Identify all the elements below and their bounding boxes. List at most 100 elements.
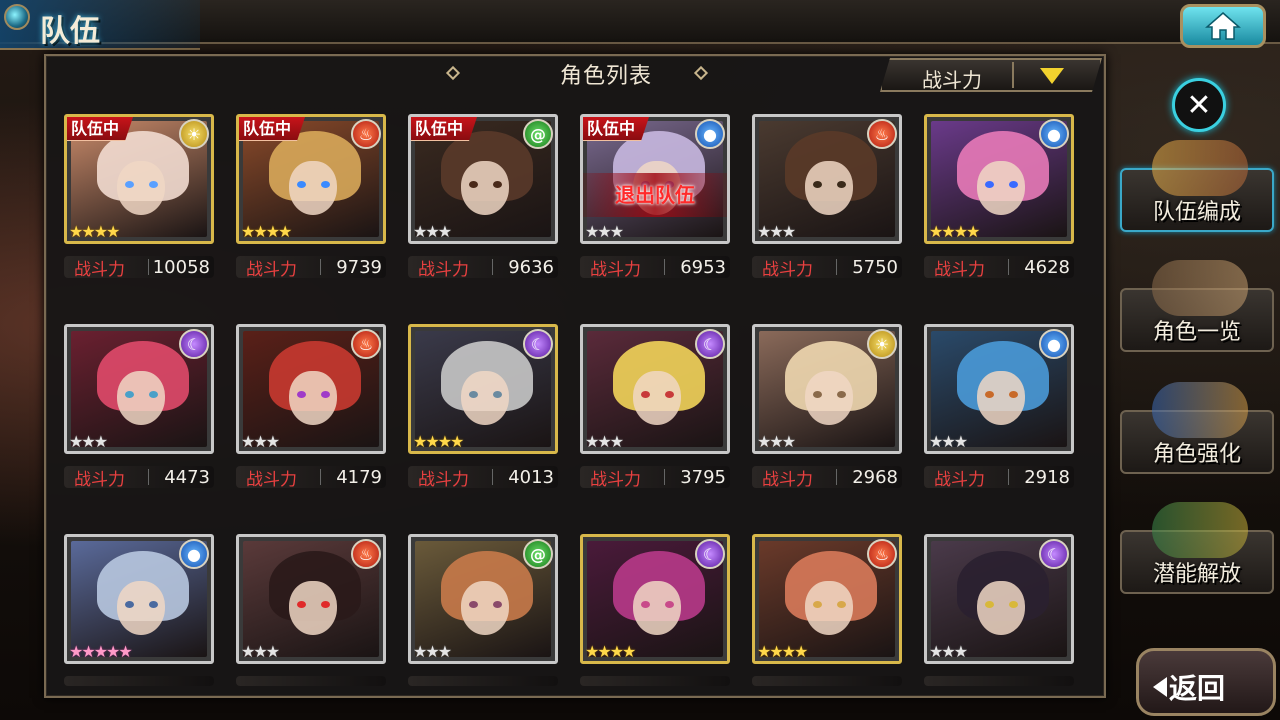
power-bar: 战斗力 4473 xyxy=(64,466,214,490)
character-card[interactable]: ☾ ★★★★ xyxy=(408,324,558,454)
orb-icon xyxy=(4,4,30,30)
fire-element-icon: ♨ xyxy=(351,539,381,569)
power-bar: 战斗力 10058 xyxy=(64,256,214,280)
dark-element-icon: ☾ xyxy=(179,329,209,359)
character-card[interactable]: 队伍中 ☀ ★★★★ xyxy=(64,114,214,244)
character-card[interactable]: 队伍中 退出队伍 ● ★★★ xyxy=(580,114,730,244)
character-card[interactable]: 队伍中 @ ★★★ xyxy=(408,114,558,244)
rarity-stars: ★★★★ xyxy=(757,642,808,661)
power-bar: 战斗力 2968 xyxy=(752,466,902,490)
side-menu-item[interactable]: 角色强化 xyxy=(1120,382,1274,474)
rarity-stars: ★★★★ xyxy=(929,222,980,241)
character-card[interactable]: ● ★★★★ xyxy=(924,114,1074,244)
close-icon: ✕ xyxy=(1186,87,1212,123)
rarity-stars: ★★★ xyxy=(757,222,796,241)
team-portraits-icon xyxy=(1152,140,1248,196)
character-card[interactable]: ☾ ★★★ xyxy=(64,324,214,454)
power-label: 战斗力 xyxy=(590,469,641,490)
power-bar: 战斗力 6953 xyxy=(580,256,730,280)
power-bar: 战斗力 5750 xyxy=(752,256,902,280)
power-bar: 战斗力 3795 xyxy=(580,466,730,490)
sort-label: 战斗力 xyxy=(922,68,982,92)
panel-title: 角色列表 xyxy=(559,64,652,89)
water-element-icon: ● xyxy=(1039,329,1069,359)
sort-dropdown[interactable]: 战斗力 xyxy=(880,58,1102,92)
power-bar: 战斗力 4179 xyxy=(236,466,386,490)
character-card[interactable]: ☾ ★★★★ xyxy=(580,534,730,664)
power-label: 战斗力 xyxy=(246,259,297,280)
home-icon xyxy=(1205,12,1241,40)
character-card[interactable]: ♨ ★★★ xyxy=(236,534,386,664)
character-card[interactable]: ☀ ★★★ xyxy=(752,324,902,454)
power-bar: 战斗力 2918 xyxy=(924,466,1074,490)
power-bar: 战斗力 9636 xyxy=(408,256,558,280)
power-up-icon xyxy=(1152,382,1248,438)
wind-element-icon: @ xyxy=(523,119,553,149)
dark-element-icon: ☾ xyxy=(695,329,725,359)
character-card[interactable]: ☾ ★★★ xyxy=(580,324,730,454)
back-label: 返回 xyxy=(1169,672,1226,705)
fire-element-icon: ♨ xyxy=(867,119,897,149)
rarity-stars: ★★★ xyxy=(413,222,452,241)
power-label: 战斗力 xyxy=(74,259,125,280)
back-arrow-icon xyxy=(1153,677,1167,697)
power-bar xyxy=(408,676,558,686)
back-button[interactable]: 返回 xyxy=(1136,648,1276,716)
power-label: 战斗力 xyxy=(762,469,813,490)
power-bar: 战斗力 9739 xyxy=(236,256,386,280)
power-label: 战斗力 xyxy=(246,469,297,490)
power-label: 战斗力 xyxy=(418,469,469,490)
light-element-icon: ☀ xyxy=(179,119,209,149)
power-bar xyxy=(580,676,730,686)
power-bar xyxy=(924,676,1074,686)
side-menu-label: 角色强化 xyxy=(1152,442,1241,467)
panel-header: 角色列表 xyxy=(445,56,766,92)
character-card[interactable]: 队伍中 ♨ ★★★★ xyxy=(236,114,386,244)
dark-element-icon: ☾ xyxy=(1039,539,1069,569)
character-card[interactable]: ☾ ★★★ xyxy=(924,534,1074,664)
power-label: 战斗力 xyxy=(934,469,985,490)
power-value: 9739 xyxy=(336,256,382,278)
leave-team-button[interactable]: 退出队伍 xyxy=(583,173,727,217)
power-label: 战斗力 xyxy=(418,259,469,280)
sort-divider xyxy=(1012,62,1014,88)
power-bar xyxy=(236,676,386,686)
rarity-stars: ★★★ xyxy=(757,432,796,451)
character-card[interactable]: ● ★★★★★ xyxy=(64,534,214,664)
character-card[interactable]: ● ★★★ xyxy=(924,324,1074,454)
side-menu-item[interactable]: 角色一览 xyxy=(1120,260,1274,352)
power-bar xyxy=(752,676,902,686)
rarity-stars: ★★★ xyxy=(241,432,280,451)
in-team-tag: 队伍中 xyxy=(583,117,649,141)
water-element-icon: ● xyxy=(695,119,725,149)
power-value: 2918 xyxy=(1024,466,1070,488)
in-team-tag: 队伍中 xyxy=(239,117,305,141)
fire-element-icon: ♨ xyxy=(351,329,381,359)
character-card[interactable]: ♨ ★★★ xyxy=(236,324,386,454)
potential-orb-icon xyxy=(1152,502,1248,558)
side-menu-label: 角色一览 xyxy=(1152,320,1241,345)
fire-element-icon: ♨ xyxy=(351,119,381,149)
close-button[interactable]: ✕ xyxy=(1172,78,1226,132)
home-button[interactable] xyxy=(1180,4,1266,48)
book-icon xyxy=(1152,260,1248,316)
rarity-stars: ★★★ xyxy=(929,432,968,451)
character-card[interactable]: ♨ ★★★★ xyxy=(752,534,902,664)
character-card[interactable]: @ ★★★ xyxy=(408,534,558,664)
side-menu-item[interactable]: 潜能解放 xyxy=(1120,502,1274,594)
in-team-tag: 队伍中 xyxy=(67,117,133,141)
dark-element-icon: ☾ xyxy=(695,539,725,569)
power-label: 战斗力 xyxy=(74,469,125,490)
power-label: 战斗力 xyxy=(762,259,813,280)
character-card[interactable]: ♨ ★★★ xyxy=(752,114,902,244)
fire-element-icon: ♨ xyxy=(867,539,897,569)
power-label: 战斗力 xyxy=(590,259,641,280)
page-title: 队伍 xyxy=(40,14,100,49)
power-label: 战斗力 xyxy=(934,259,985,280)
diamond-icon xyxy=(693,65,709,81)
character-list-panel: 角色列表 战斗力 队伍中 ☀ ★★★★ 战斗力 10058 队伍中 ♨ ★★★★ 战斗力 9739… xyxy=(44,54,1106,698)
rarity-stars: ★★★★ xyxy=(413,432,464,451)
side-menu-item[interactable]: 队伍编成 xyxy=(1120,140,1274,232)
power-value: 6953 xyxy=(680,256,726,278)
water-element-icon: ● xyxy=(179,539,209,569)
